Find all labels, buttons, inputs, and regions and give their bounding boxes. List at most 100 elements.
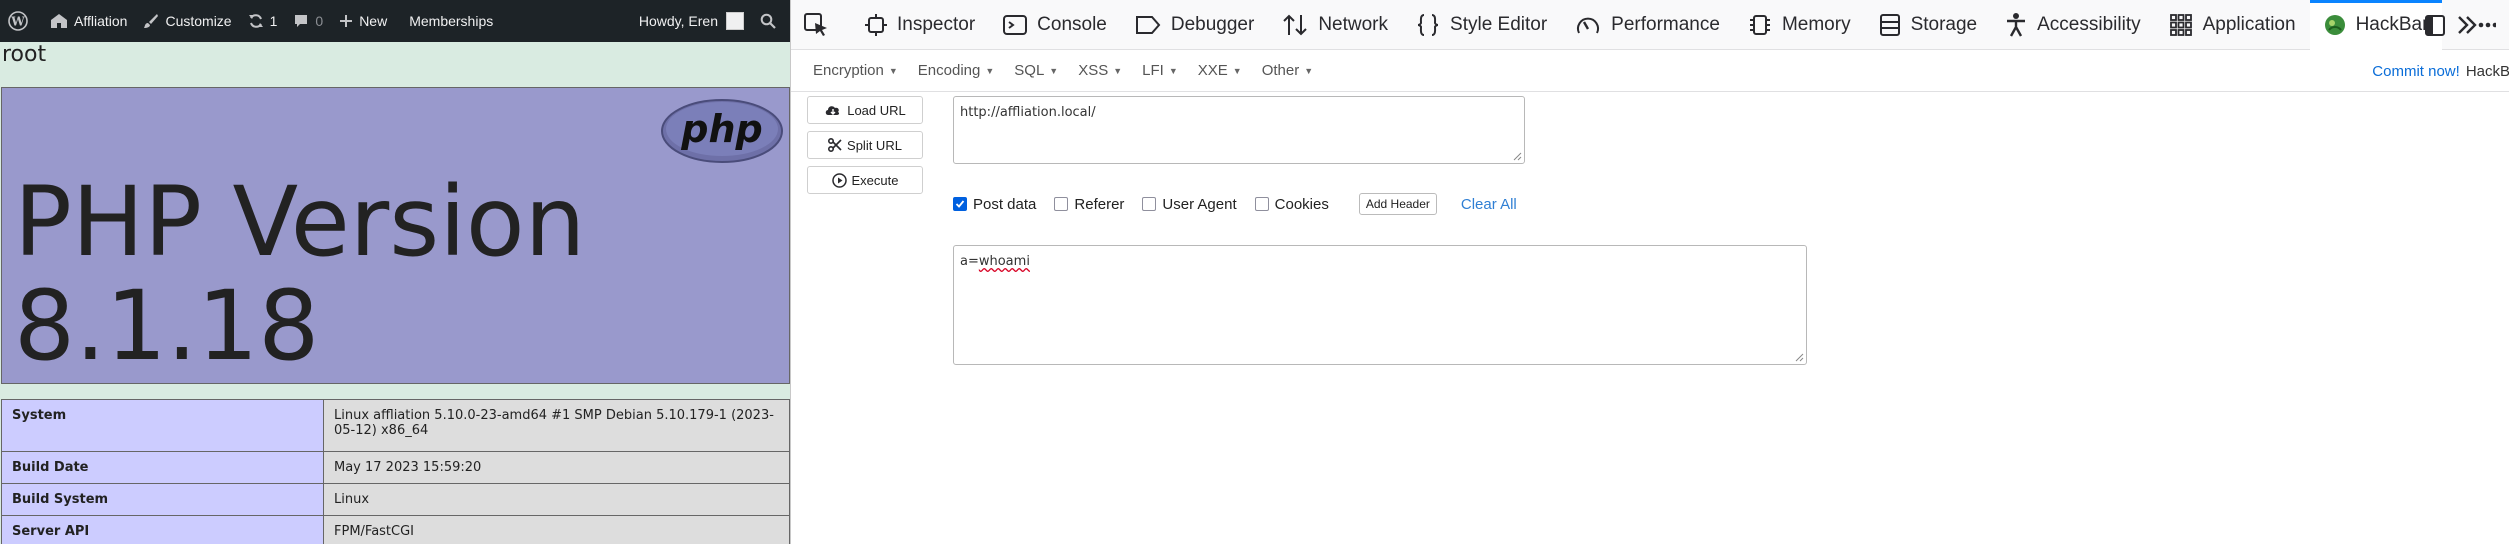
grid-icon	[2169, 13, 2192, 36]
tab-debugger[interactable]: Debugger	[1121, 0, 1268, 50]
resize-handle-icon[interactable]	[1512, 151, 1522, 161]
user-agent-option[interactable]: User Agent	[1142, 196, 1237, 213]
table-row: Build System Linux	[1, 483, 790, 516]
referer-checkbox[interactable]	[1054, 197, 1069, 211]
tab-inspector[interactable]: Inspector	[851, 0, 989, 50]
option-label: Post data	[973, 195, 1037, 213]
tab-style-editor[interactable]: Style Editor	[1402, 0, 1561, 50]
menu-label: Encoding	[917, 62, 981, 79]
caret-down-icon: ▼	[1113, 65, 1123, 76]
paintbrush-icon	[144, 14, 159, 28]
wordpress-logo-icon[interactable]: W	[0, 0, 42, 42]
menu-label: SQL	[1014, 62, 1045, 79]
comments-link[interactable]: 0	[285, 0, 331, 42]
load-url-button[interactable]: Load URL	[807, 96, 923, 124]
table-row: System Linux affliation 5.10.0-23-amd64 …	[1, 399, 790, 452]
my-account-link[interactable]: Howdy, Eren	[631, 0, 752, 42]
updates-link[interactable]: 1	[240, 0, 286, 42]
site-name-link[interactable]: Affliation	[42, 0, 135, 42]
row-key: Build Date	[1, 451, 324, 484]
row-value: FPM/FastCGI	[323, 515, 790, 544]
wp-admin-bar: W Affliation Customize 1 0 New Membershi…	[0, 0, 790, 42]
commit-link[interactable]: Commit now!	[2372, 63, 2460, 80]
resize-handle-icon[interactable]	[1794, 352, 1804, 362]
dock-icon	[2425, 15, 2445, 36]
menu-encryption[interactable]: Encryption ▼	[803, 62, 908, 79]
hackbar-logo-icon	[2324, 14, 2345, 35]
debugger-icon	[1135, 15, 1161, 34]
body-key: a=	[960, 254, 979, 269]
tab-performance[interactable]: Performance	[1561, 0, 1734, 50]
tab-label: Storage	[1910, 13, 1978, 35]
hackbar-menu: Encryption ▼ Encoding ▼ SQL ▼ XSS ▼ LFI ▼ XXE…	[791, 50, 2509, 92]
play-circle-icon	[831, 172, 847, 188]
memberships-link[interactable]: Memberships	[401, 0, 501, 42]
accessibility-icon	[2007, 12, 2026, 37]
svg-text:W: W	[10, 15, 25, 29]
new-content-link[interactable]: New	[331, 0, 395, 42]
menu-encoding[interactable]: Encoding ▼	[908, 62, 1004, 79]
php-logo[interactable]: php	[660, 98, 784, 164]
tab-application[interactable]: Application	[2155, 0, 2310, 50]
request-options: Post data Referer User Agent Cookies Add…	[953, 193, 1517, 215]
tab-storage[interactable]: Storage	[1865, 0, 1992, 50]
execute-button[interactable]: Execute	[807, 166, 923, 194]
avatar	[726, 12, 744, 30]
comments-count: 0	[315, 13, 324, 29]
dock-toggle-button[interactable]	[2410, 0, 2470, 50]
cookies-option[interactable]: Cookies	[1254, 196, 1329, 213]
menu-other[interactable]: Other ▼	[1252, 62, 1323, 79]
tab-accessibility[interactable]: Accessibility	[1991, 0, 2154, 50]
site-name: Affliation	[74, 13, 128, 29]
row-value: May 17 2023 15:59:20	[323, 451, 790, 484]
web-page: W Affliation Customize 1 0 New Membershi…	[0, 0, 790, 544]
menu-label: LFI	[1142, 62, 1164, 79]
post-body-textarea[interactable]: a=whoami	[953, 245, 1807, 365]
clear-all-link[interactable]: Clear All	[1461, 196, 1517, 213]
menu-xss[interactable]: XSS ▼	[1068, 62, 1132, 79]
split-url-button[interactable]: Split URL	[807, 131, 923, 159]
caret-down-icon: ▼	[985, 65, 995, 76]
cookies-checkbox[interactable]	[1254, 197, 1269, 211]
comment-icon	[295, 15, 308, 27]
element-picker-button[interactable]	[791, 0, 851, 50]
menu-xxe[interactable]: XXE ▼	[1188, 62, 1252, 79]
tab-label: Debugger	[1170, 13, 1255, 35]
tab-label: Memory	[1781, 13, 1851, 35]
menu-lfi[interactable]: LFI ▼	[1132, 62, 1188, 79]
button-label: Split URL	[847, 137, 902, 153]
post-data-option[interactable]: Post data	[953, 196, 1036, 213]
gauge-icon	[1577, 17, 1600, 33]
table-row: Build Date May 17 2023 15:59:20	[1, 451, 790, 484]
tab-network[interactable]: Network	[1268, 0, 1402, 50]
checkmark-icon	[955, 200, 965, 208]
button-label: Load URL	[847, 102, 906, 118]
admin-search-button[interactable]	[752, 0, 790, 42]
memberships-label: Memberships	[409, 13, 494, 29]
menu-label: XXE	[1197, 62, 1228, 79]
tab-label: Accessibility	[2037, 13, 2141, 35]
referer-option[interactable]: Referer	[1054, 196, 1124, 213]
tab-label: Application	[2202, 13, 2296, 35]
commit-banner: Commit now! HackB	[2372, 50, 2509, 92]
devtools-panel: Inspector Console Debugger Network Style…	[790, 0, 2509, 544]
devtools-toolbar: Inspector Console Debugger Network Style…	[791, 0, 2509, 50]
add-header-button[interactable]: Add Header	[1358, 193, 1437, 215]
customize-link[interactable]: Customize	[135, 0, 239, 42]
tab-label: Performance	[1611, 13, 1720, 35]
updates-icon	[248, 14, 263, 28]
tab-memory[interactable]: Memory	[1734, 0, 1865, 50]
user-agent-checkbox[interactable]	[1142, 197, 1157, 211]
url-textarea[interactable]: http://affliation.local/	[953, 96, 1525, 164]
tab-console[interactable]: Console	[989, 0, 1121, 50]
updates-count: 1	[269, 13, 278, 29]
more-options-button[interactable]	[2470, 0, 2509, 50]
option-label: Referer	[1074, 195, 1125, 213]
menu-sql[interactable]: SQL ▼	[1004, 62, 1068, 79]
plus-icon	[340, 15, 353, 27]
pick-element-icon	[804, 12, 827, 36]
post-data-checkbox[interactable]	[953, 197, 967, 211]
caret-down-icon: ▼	[1168, 65, 1178, 76]
storage-icon	[1879, 13, 1900, 36]
chip-icon	[1749, 14, 1770, 35]
